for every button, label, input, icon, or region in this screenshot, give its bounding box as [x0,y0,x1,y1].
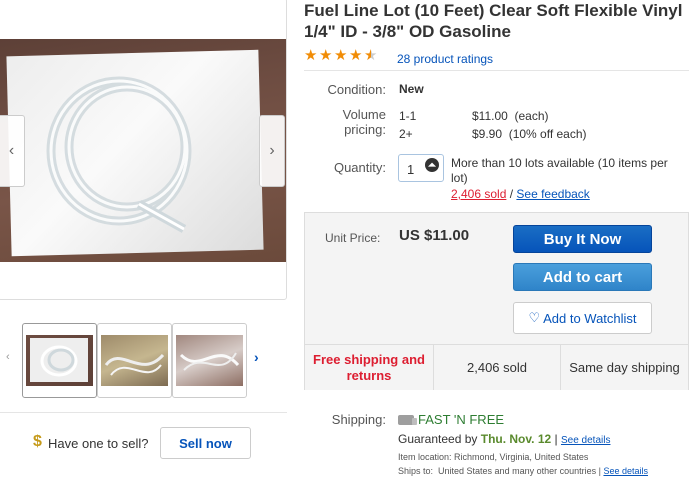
ratings-link[interactable]: 28 product ratings [397,52,493,66]
thumbnail-1[interactable] [22,323,97,398]
same-day-badge: Same day shipping [569,360,680,375]
sell-section: $ Have one to sell? Sell now [0,412,287,470]
heart-icon: ♡ [528,310,541,325]
sell-question: Have one to sell? [48,436,149,451]
product-photo [0,39,286,262]
see-details-link-2[interactable]: See details [603,466,648,476]
item-location: Item location: Richmond, Virginia, Unite… [398,452,589,462]
unit-price-label: Unit Price: [325,231,381,245]
star-icon: ★ [304,47,318,64]
thumbnail-2[interactable] [97,323,172,398]
buy-box: Unit Price: US $11.00 Buy It Now Add to … [304,212,689,390]
watchlist-label: Add to Watchlist [543,310,637,326]
guaranteed-delivery: Guaranteed by Thu. Nov. 12 | See details [398,432,611,446]
sell-now-button[interactable]: Sell now [160,427,251,459]
truck-icon [398,414,417,425]
sold-separator: / [506,187,517,201]
tier-qty: 2+ [399,127,413,141]
tier-price: $11.00 (each) [472,109,549,123]
divider [304,70,689,71]
condition-value: New [399,82,424,96]
sold-badge: 2,406 sold [434,345,561,390]
dollar-icon: $ [33,433,42,450]
half-star-icon: ★ [364,47,378,64]
add-to-watchlist-button[interactable]: ♡ Add to Watchlist [513,302,652,334]
free-shipping-badge: Free shipping and returns [305,345,434,390]
spinner-icon[interactable]: ⏶ [425,158,439,172]
quantity-input[interactable]: 1 ⏶ [398,154,444,182]
shipping-label: Shipping: [331,412,386,427]
product-title: Fuel Line Lot (10 Feet) Clear Soft Flexi… [304,1,683,41]
ships-to-text: Ships to: United States and many other c… [398,466,604,476]
quantity-label: Quantity: [333,160,386,175]
thumbnail-next-button[interactable]: › [254,349,259,365]
quantity-value: 1 [407,162,415,177]
volume-pricing-label: Volume pricing: [342,107,386,137]
guaranteed-date: Thu. Nov. 12 [480,432,552,446]
thumbnail-3[interactable] [172,323,247,398]
sold-count: 2,406 sold / See feedback [451,187,590,201]
ships-to: Ships to: United States and many other c… [398,466,648,476]
tier-qty: 1-1 [399,109,417,123]
guaranteed-prefix: Guaranteed by [398,432,481,446]
availability-text: More than 10 lots available (10 items pe… [451,156,668,185]
fast-n-free: FAST 'N FREE [398,412,504,427]
fast-free-text: FAST 'N FREE [418,412,505,427]
buy-it-now-button[interactable]: Buy It Now [513,225,652,253]
see-feedback-link[interactable]: See feedback [516,187,589,201]
image-prev-button[interactable]: ‹ [0,115,25,187]
thumbnail-prev-button[interactable]: ‹ [6,351,10,363]
sold-link[interactable]: 2,406 sold [451,187,506,201]
star-icon: ★ [349,47,363,64]
condition-label: Condition: [327,82,386,97]
star-icon: ★ [334,47,348,64]
see-details-link[interactable]: See details [561,435,610,446]
buy-highlights: Free shipping and returns 2,406 sold Sam… [305,344,688,390]
main-product-image[interactable]: ‹ › [0,0,287,300]
add-to-cart-button[interactable]: Add to cart [513,263,652,291]
star-rating[interactable]: ★ ★ ★ ★ ★ [304,47,378,64]
star-icon: ★ [319,47,333,64]
tier-price: $9.90 (10% off each) [472,127,587,141]
image-next-button[interactable]: › [259,115,285,187]
unit-price: US $11.00 [399,227,470,244]
